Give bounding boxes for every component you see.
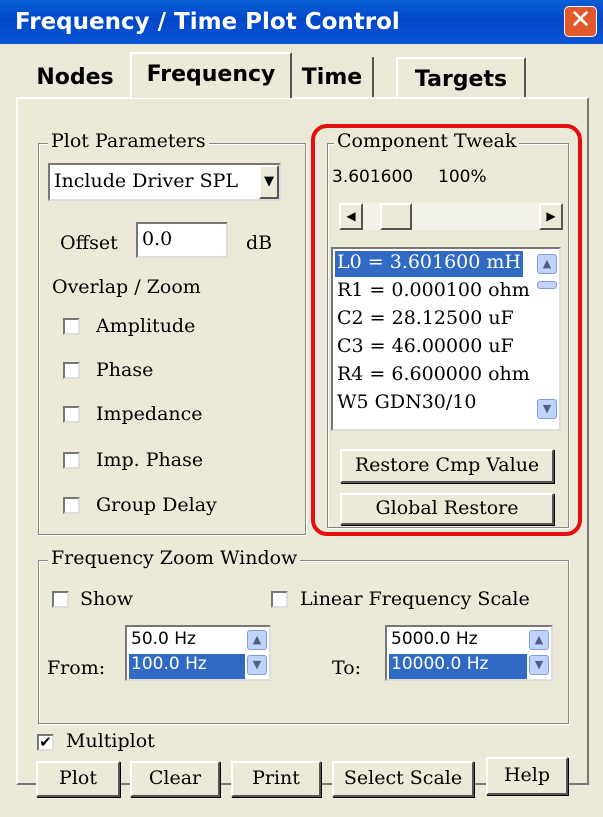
plot-button[interactable]: Plot <box>36 761 120 797</box>
imp-phase-label: Imp. Phase <box>96 449 204 471</box>
plot-parameters-legend: Plot Parameters <box>48 130 209 152</box>
group-delay-label: Group Delay <box>96 494 217 516</box>
multiplot-label: Multiplot <box>66 730 155 752</box>
plot-parameters-group <box>38 143 306 535</box>
highlight-annotation <box>311 124 582 536</box>
to-label: To: <box>332 657 362 679</box>
list-item[interactable]: 50.0 Hz <box>129 629 196 655</box>
offset-unit: dB <box>246 232 273 254</box>
linear-frequency-scale-checkbox[interactable] <box>271 591 288 608</box>
list-item[interactable]: 5000.0 Hz <box>389 629 478 655</box>
offset-input[interactable]: 0.0 <box>136 222 228 258</box>
select-scale-button[interactable]: Select Scale <box>332 761 474 797</box>
frequency-zoom-window-legend: Frequency Zoom Window <box>48 547 301 569</box>
group-delay-checkbox[interactable] <box>63 497 80 514</box>
from-frequency-list[interactable]: 50.0 Hz 100.0 Hz ▲ ▼ <box>125 625 271 681</box>
offset-label: Offset <box>60 232 118 254</box>
show-label: Show <box>80 588 133 610</box>
overlap-zoom-label: Overlap / Zoom <box>52 276 201 298</box>
tab-targets[interactable]: Targets <box>396 57 526 97</box>
tab-time[interactable]: Time <box>292 57 374 97</box>
help-button[interactable]: Help <box>486 757 568 795</box>
list-item[interactable]: 10000.0 Hz <box>389 654 527 679</box>
plot-control-window: Frequency / Time Plot Control ✕ Nodes Fr… <box>0 0 603 817</box>
imp-phase-checkbox[interactable] <box>63 452 80 469</box>
scroll-down-icon[interactable]: ▼ <box>529 655 549 675</box>
tab-frequency[interactable]: Frequency <box>130 52 292 98</box>
scroll-down-icon[interactable]: ▼ <box>247 655 267 675</box>
scroll-up-icon[interactable]: ▲ <box>247 630 267 650</box>
multiplot-checkbox[interactable]: ✔ <box>37 734 54 751</box>
linear-frequency-scale-label: Linear Frequency Scale <box>300 588 530 610</box>
impedance-label: Impedance <box>96 403 203 425</box>
show-checkbox[interactable] <box>52 591 69 608</box>
impedance-checkbox[interactable] <box>63 406 80 423</box>
amplitude-checkbox[interactable] <box>63 318 80 335</box>
to-frequency-list[interactable]: 5000.0 Hz 10000.0 Hz ▲ ▼ <box>385 625 553 681</box>
plot-type-value: Include Driver SPL <box>54 170 239 192</box>
phase-checkbox[interactable] <box>63 362 80 379</box>
print-button[interactable]: Print <box>231 761 321 797</box>
title-bar[interactable]: Frequency / Time Plot Control ✕ <box>0 0 603 44</box>
clear-button[interactable]: Clear <box>130 761 220 797</box>
phase-label: Phase <box>96 359 154 381</box>
plot-type-select[interactable]: Include Driver SPL <box>48 163 281 201</box>
close-button[interactable]: ✕ <box>564 6 597 37</box>
from-label: From: <box>47 657 106 679</box>
chevron-down-icon[interactable]: ▼ <box>259 165 279 199</box>
list-item[interactable]: 100.0 Hz <box>129 654 245 679</box>
amplitude-label: Amplitude <box>96 315 196 337</box>
scroll-up-icon[interactable]: ▲ <box>529 630 549 650</box>
window-title: Frequency / Time Plot Control <box>15 9 400 35</box>
tab-nodes[interactable]: Nodes <box>20 57 130 97</box>
